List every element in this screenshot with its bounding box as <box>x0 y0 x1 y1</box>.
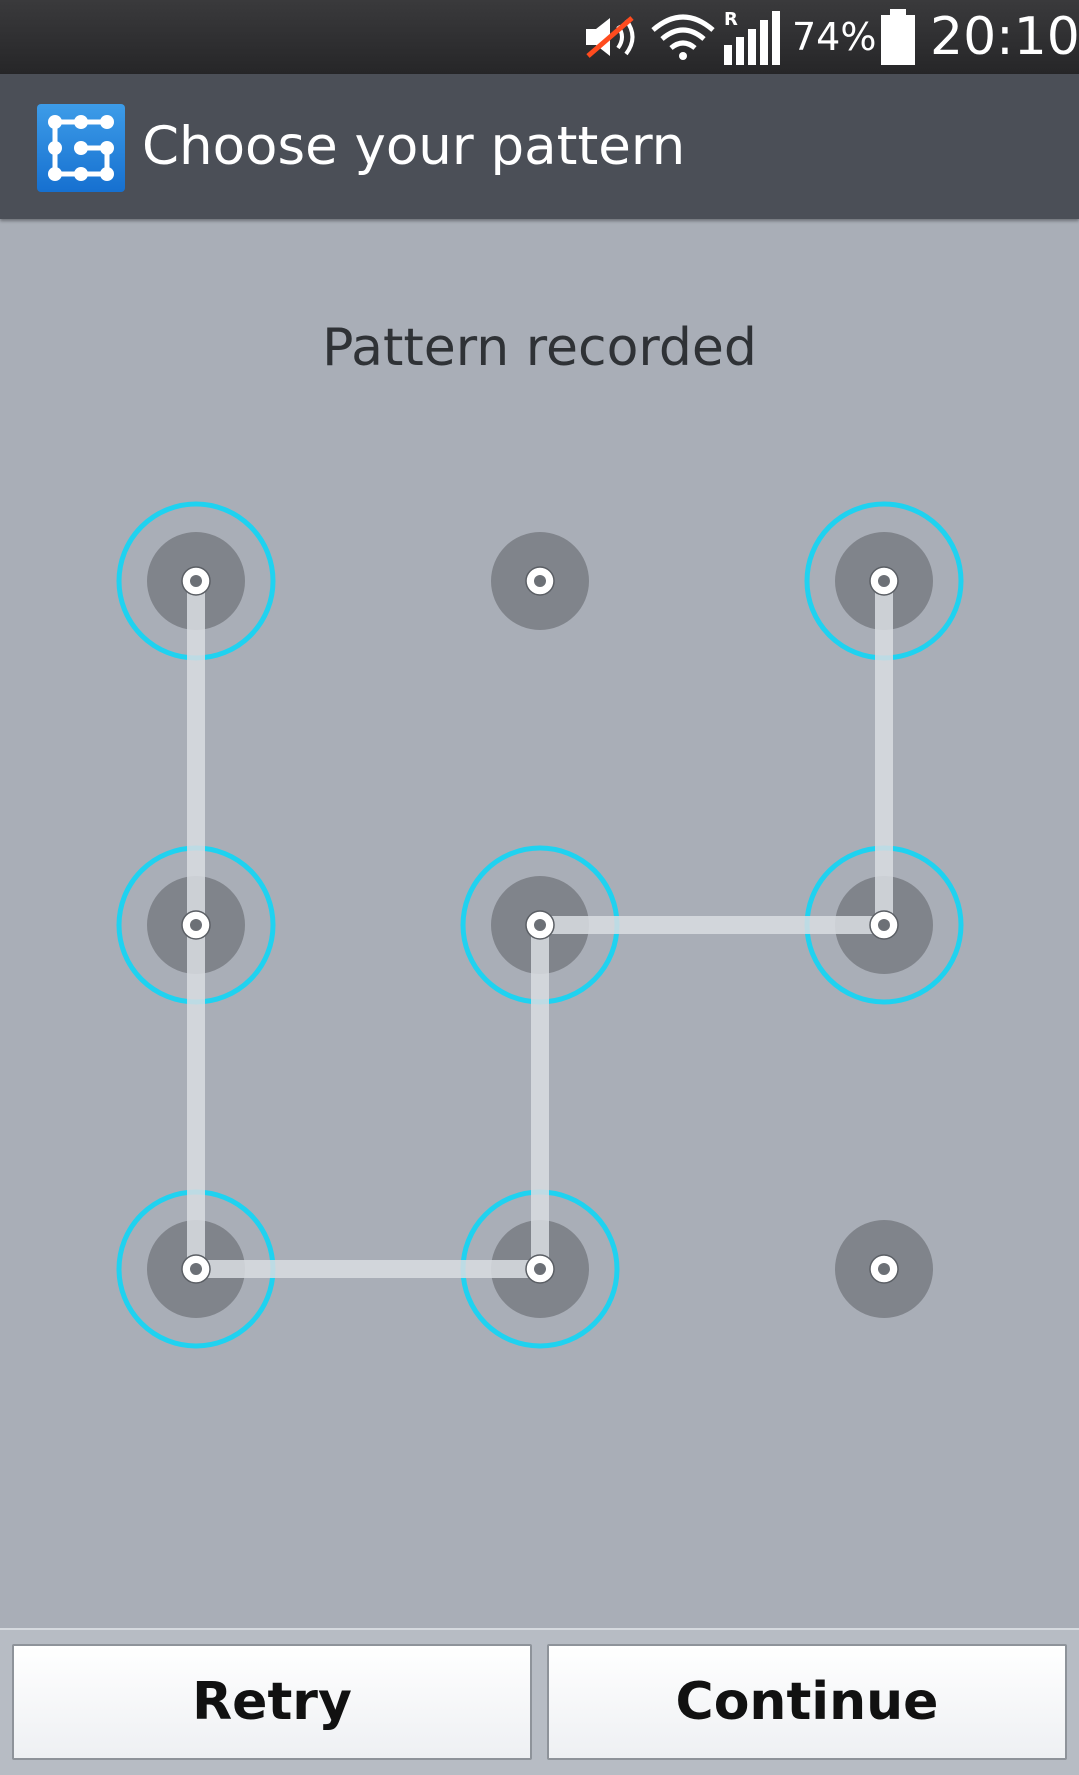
wifi-icon <box>650 0 716 74</box>
button-bar: Retry Continue <box>0 1628 1079 1775</box>
pattern-dot-core-8 <box>534 1263 546 1275</box>
page-title: Choose your pattern <box>142 116 686 177</box>
title-bar: Choose your pattern <box>0 74 1079 219</box>
retry-button[interactable]: Retry <box>12 1644 532 1760</box>
signal-icon: R <box>722 0 784 74</box>
pattern-dot-core-1 <box>190 575 202 587</box>
continue-button[interactable]: Continue <box>547 1644 1067 1760</box>
roaming-label: R <box>724 9 738 30</box>
pattern-dot-core-6 <box>878 919 890 931</box>
pattern-dot-core-2 <box>534 575 546 587</box>
pattern-canvas[interactable] <box>0 440 1079 1400</box>
pattern-dot-core-4 <box>190 919 202 931</box>
pattern-dot-core-7 <box>190 1263 202 1275</box>
pattern-grid[interactable] <box>0 440 1079 1400</box>
pattern-app-icon <box>37 104 125 192</box>
clock: 20:10 <box>930 7 1079 67</box>
pattern-dot-core-3 <box>878 575 890 587</box>
volume-muted-icon <box>580 0 640 74</box>
pattern-dot-core-9 <box>878 1263 890 1275</box>
status-bar: R 74% 20:10 <box>0 0 1079 74</box>
battery-percent: 74% <box>792 15 877 59</box>
battery-icon <box>878 0 918 74</box>
pattern-dot-core-5 <box>534 919 546 931</box>
pattern-status-message: Pattern recorded <box>322 318 757 378</box>
